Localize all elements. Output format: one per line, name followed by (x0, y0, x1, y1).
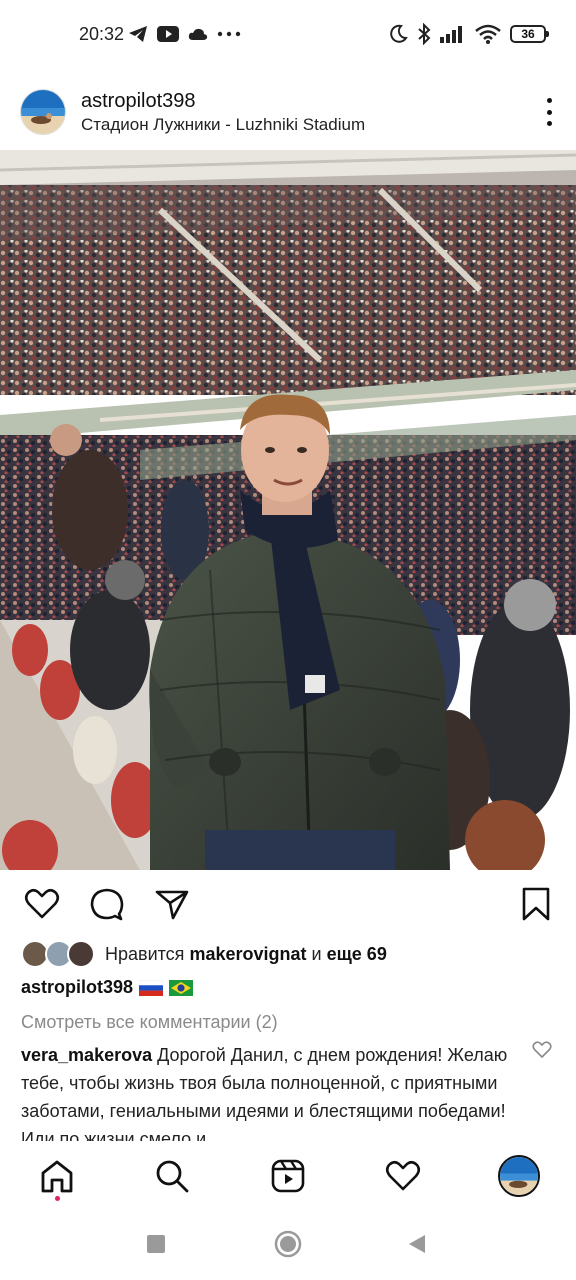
nav-activity[interactable] (383, 1156, 423, 1196)
comment-username[interactable]: vera_makerova (21, 1045, 152, 1065)
post-header: astropilot398 Стадион Лужники - Luzhniki… (0, 78, 576, 148)
battery-level: 36 (521, 27, 535, 41)
liker-avatars (21, 940, 97, 968)
caption: astropilot398 (21, 977, 194, 998)
more-options-button[interactable] (544, 98, 554, 126)
caption-username[interactable]: astropilot398 (21, 977, 133, 998)
more-dots-icon (217, 31, 241, 37)
telegram-icon (129, 26, 147, 42)
comment-like-icon[interactable] (532, 1040, 552, 1060)
post-username[interactable]: astropilot398 (81, 90, 196, 113)
view-all-comments-link[interactable]: Смотреть все комментарии (2) (21, 1012, 278, 1033)
share-icon[interactable] (154, 886, 190, 922)
bottom-nav (0, 1142, 576, 1212)
post-actions (0, 880, 576, 928)
bookmark-icon[interactable] (518, 886, 554, 922)
home-button-icon[interactable] (274, 1230, 302, 1258)
reels-icon (271, 1159, 305, 1193)
brazil-flag-icon (169, 979, 194, 996)
search-icon (156, 1160, 189, 1193)
status-bar: 20:32 36 (0, 0, 576, 72)
likes-user[interactable]: makerovignat (189, 944, 306, 964)
heart-icon[interactable] (24, 886, 60, 922)
recent-apps-icon[interactable] (147, 1235, 165, 1253)
likes-row[interactable]: Нравится makerovignat и еще 69 (21, 940, 387, 968)
youtube-icon (157, 26, 179, 42)
cloud-icon (188, 28, 208, 40)
post-photo[interactable] (0, 150, 576, 870)
notification-icons (128, 25, 241, 43)
signal-icon (440, 26, 462, 43)
likes-connector: и (311, 943, 322, 964)
more-dot (546, 121, 552, 126)
likes-others[interactable]: еще 69 (327, 944, 387, 964)
bluetooth-icon (418, 23, 431, 45)
more-dot (546, 109, 552, 115)
likes-text: Нравится makerovignat и еще 69 (105, 944, 387, 965)
home-active-dot (55, 1196, 60, 1201)
status-time: 20:32 (79, 24, 125, 44)
home-icon (41, 1160, 73, 1193)
user-avatar[interactable] (20, 89, 66, 135)
comment: vera_makerova Дорогой Данил, с днем рожд… (21, 1041, 526, 1141)
battery-icon: 36 (510, 25, 549, 43)
nav-reels[interactable] (268, 1156, 308, 1196)
nav-profile[interactable] (497, 1154, 541, 1198)
comment-icon[interactable] (89, 886, 125, 922)
activity-heart-icon (385, 1160, 421, 1191)
wifi-icon (475, 24, 501, 44)
more-dot (546, 98, 552, 103)
back-icon[interactable] (408, 1234, 426, 1254)
liker-avatar (67, 940, 95, 968)
profile-avatar (498, 1155, 540, 1197)
post-location[interactable]: Стадион Лужники - Luzhniki Stadium (81, 115, 365, 135)
system-status-icons: 36 (388, 23, 549, 45)
russia-flag-icon (139, 979, 164, 996)
nav-search[interactable] (152, 1156, 192, 1196)
system-navigation-bar (0, 1212, 576, 1280)
nav-home[interactable] (37, 1156, 77, 1196)
moon-icon (390, 24, 408, 43)
likes-prefix: Нравится (105, 943, 185, 964)
